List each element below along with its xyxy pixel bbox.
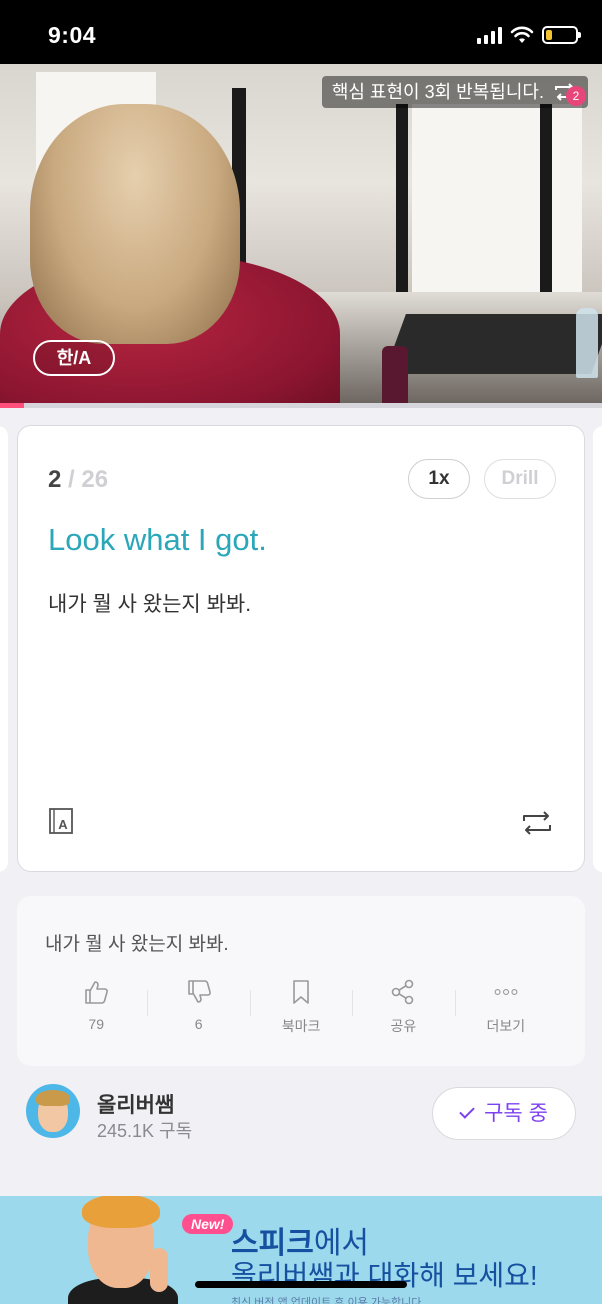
speed-button[interactable]: 1x bbox=[408, 459, 470, 499]
repeat-count-badge: 2 bbox=[566, 86, 586, 106]
video-scene-window bbox=[412, 104, 582, 319]
card-total: / 26 bbox=[68, 466, 109, 493]
video-progress-bar[interactable] bbox=[0, 403, 602, 408]
share-icon bbox=[392, 979, 414, 1005]
signal-icon bbox=[477, 26, 502, 44]
video-scene-curtain bbox=[396, 104, 408, 324]
ad-subheadline: 올리버쌤과 대화해 보세요! bbox=[231, 1260, 538, 1291]
video-scene-bottle bbox=[576, 308, 598, 378]
drill-button[interactable]: Drill bbox=[484, 459, 556, 499]
card-current: 2 bbox=[48, 466, 62, 493]
channel-name[interactable]: 올리버쌤 bbox=[97, 1089, 174, 1119]
bookmark-button[interactable]: 북마크 bbox=[249, 978, 352, 1038]
more-label: 더보기 bbox=[486, 1018, 526, 1034]
svg-text:A: A bbox=[58, 817, 68, 832]
korean-translation: 내가 뭘 사 왔는지 봐봐. bbox=[48, 593, 252, 616]
subscribe-label: 구독 중 bbox=[484, 1102, 548, 1125]
info-sentence: 내가 뭘 사 왔는지 봐봐. bbox=[45, 934, 229, 955]
home-indicator bbox=[195, 1281, 407, 1288]
previous-card[interactable] bbox=[0, 426, 8, 872]
more-button[interactable]: 더보기 bbox=[454, 978, 557, 1038]
battery-icon bbox=[542, 26, 581, 44]
more-icon bbox=[494, 988, 518, 996]
status-icons bbox=[477, 26, 581, 44]
loop-icon[interactable] bbox=[520, 808, 554, 838]
repeat-banner-text: 핵심 표현이 3회 반복됩니다. bbox=[331, 82, 544, 102]
subscriber-count: 245.1K 구독 bbox=[97, 1121, 193, 1141]
channel-avatar[interactable] bbox=[26, 1084, 80, 1138]
dislike-button[interactable]: 6 bbox=[147, 978, 249, 1038]
share-button[interactable]: 공유 bbox=[352, 978, 454, 1038]
bookmark-icon bbox=[293, 980, 309, 1004]
status-bar: 9:04 bbox=[0, 0, 602, 64]
dislike-count: 6 bbox=[194, 1016, 203, 1032]
sentence-card: 2 / 26 1x Drill Look what I got. 내가 뭘 사 … bbox=[17, 425, 585, 872]
status-time: 9:04 bbox=[48, 22, 97, 48]
like-count: 79 bbox=[88, 1016, 104, 1032]
battery-level bbox=[546, 30, 552, 40]
sentence-info-panel: 내가 뭘 사 왔는지 봐봐. 79 6 북마크 공유 더보기 bbox=[17, 896, 585, 1066]
dictionary-icon[interactable]: A bbox=[46, 806, 76, 836]
thumbs-down-icon bbox=[187, 980, 211, 1003]
video-player[interactable]: 핵심 표현이 3회 반복됩니다. 2 한/A bbox=[0, 64, 602, 404]
ad-person-hand bbox=[150, 1248, 168, 1292]
video-scene-bottle bbox=[382, 346, 408, 404]
thumbs-up-icon bbox=[85, 981, 109, 1004]
language-toggle-button[interactable]: 한/A bbox=[33, 340, 115, 376]
action-bar: 79 6 북마크 공유 더보기 bbox=[45, 978, 557, 1038]
next-card[interactable] bbox=[593, 426, 602, 872]
wifi-icon bbox=[510, 26, 534, 43]
share-label: 공유 bbox=[390, 1018, 417, 1034]
new-badge: New! bbox=[182, 1214, 234, 1234]
avatar-hair bbox=[36, 1090, 70, 1106]
bookmark-label: 북마크 bbox=[281, 1018, 321, 1034]
ad-footnote: 최신 버전 앱 업데이트 후 이용 가능합니다 bbox=[231, 1297, 422, 1304]
card-counter: 2 / 26 bbox=[48, 466, 108, 494]
video-scene-hair bbox=[30, 104, 240, 344]
repeat-banner: 핵심 표현이 3회 반복됩니다. 2 bbox=[321, 76, 588, 108]
video-scene-curtain bbox=[540, 104, 552, 314]
ad-person-hair bbox=[82, 1196, 160, 1228]
check-icon bbox=[459, 1103, 475, 1119]
video-scene-stove bbox=[384, 314, 602, 374]
like-button[interactable]: 79 bbox=[45, 978, 147, 1038]
video-progress-fill bbox=[0, 403, 25, 408]
english-sentence: Look what I got. bbox=[48, 522, 267, 557]
subscribe-button[interactable]: 구독 중 bbox=[432, 1087, 576, 1140]
